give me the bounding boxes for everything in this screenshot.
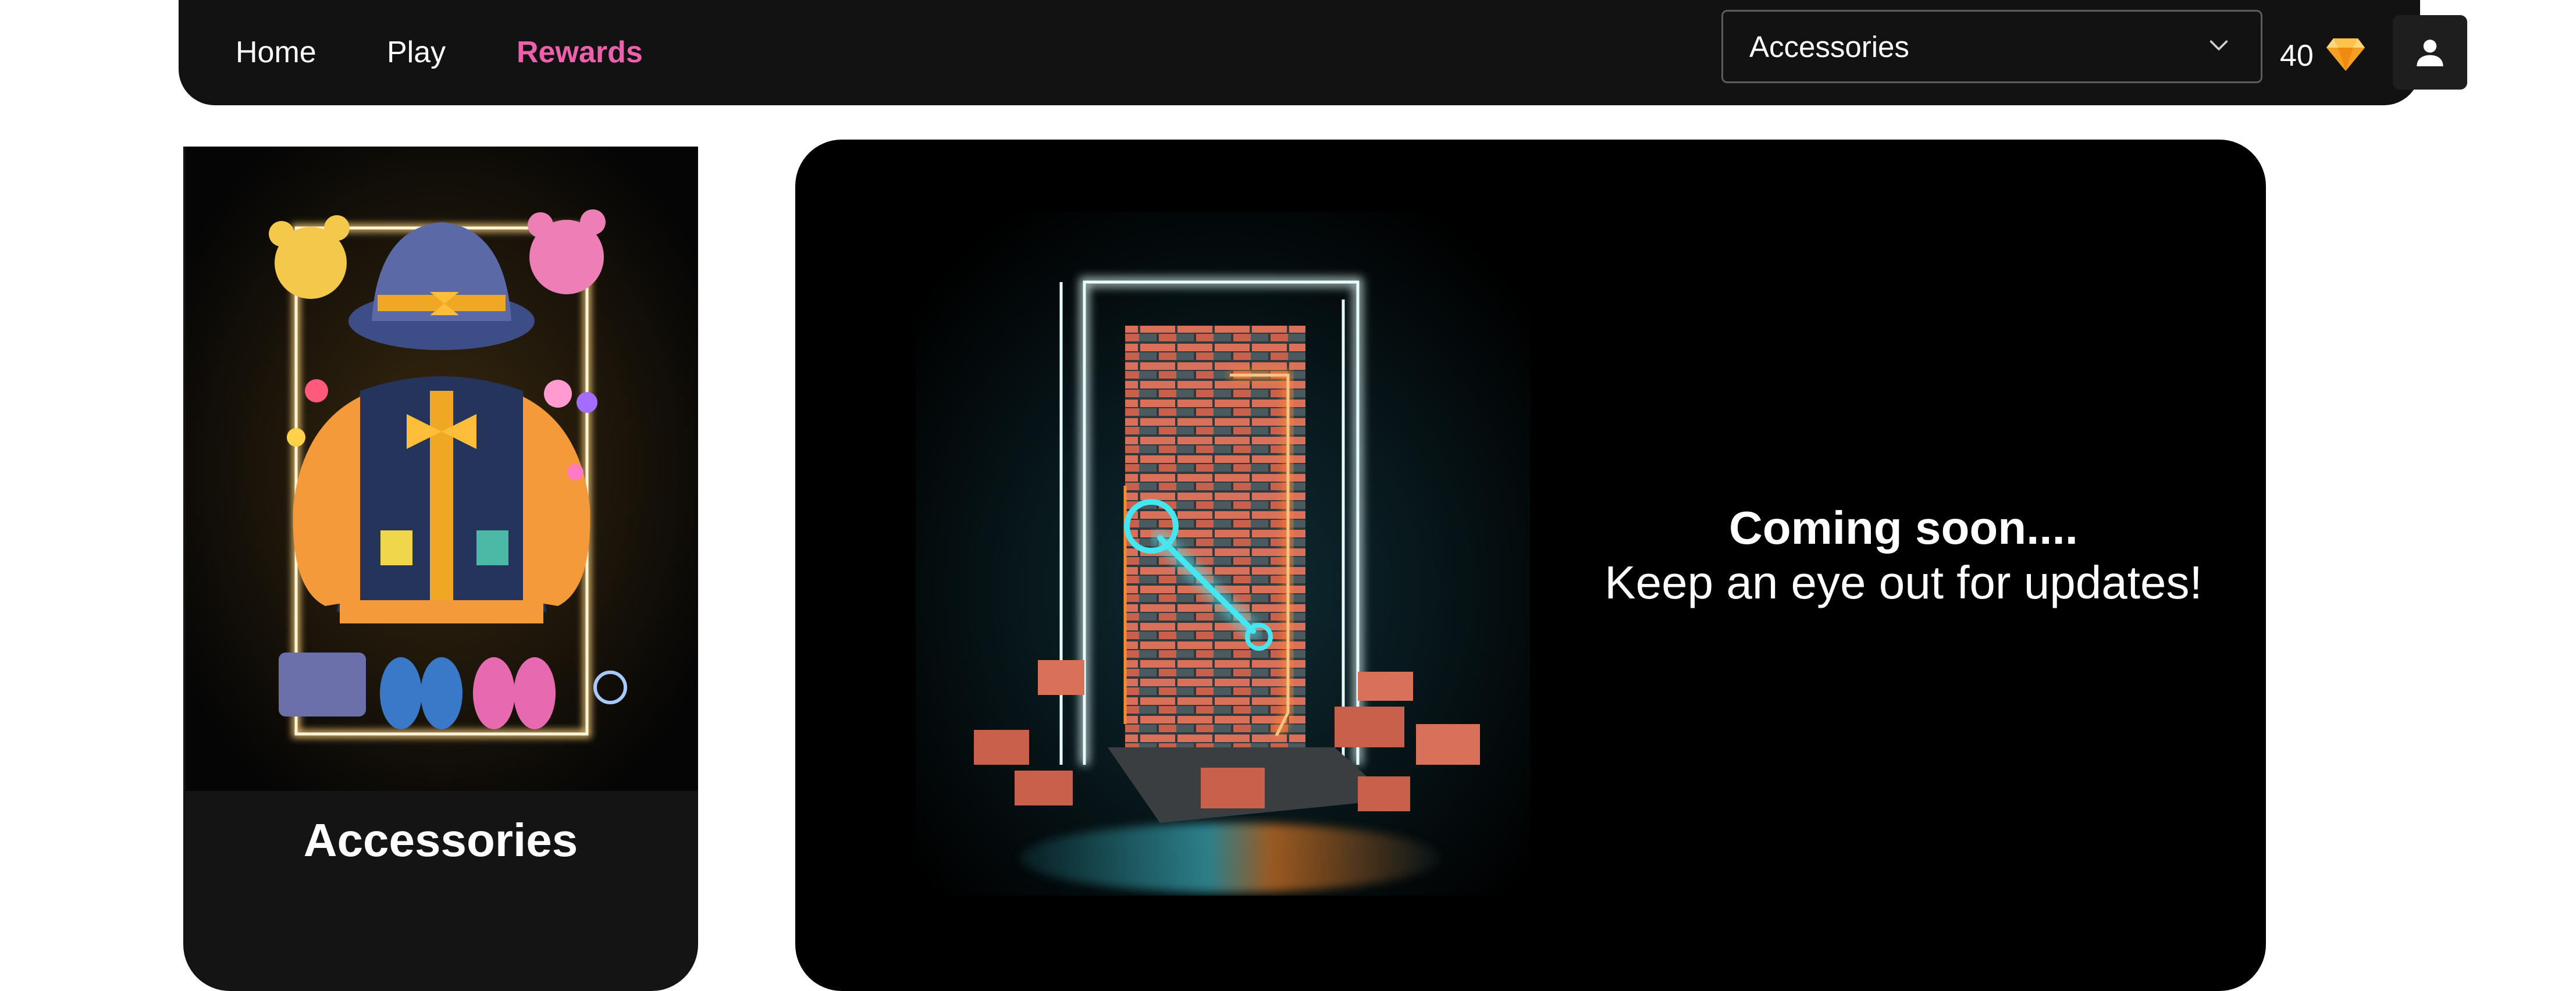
user-icon	[2417, 40, 2443, 66]
profile-button[interactable]	[2393, 15, 2467, 90]
gem-count: 40	[2280, 39, 2314, 73]
nav-link-home[interactable]: Home	[236, 36, 316, 69]
nav-link-play[interactable]: Play	[387, 36, 446, 69]
category-select[interactable]: Accessories	[1721, 10, 2262, 83]
coming-soon-panel: Coming soon.... Keep an eye out for upda…	[795, 140, 2266, 991]
accessories-illustration	[186, 147, 698, 791]
coming-soon-subtitle: Keep an eye out for updates!	[1604, 557, 2203, 608]
gear-icon[interactable]	[2487, 27, 2536, 76]
coming-soon-title: Coming soon....	[1729, 502, 2078, 554]
nav-link-rewards[interactable]: Rewards	[517, 36, 643, 69]
category-select-value: Accessories	[1749, 30, 1909, 63]
gem-icon	[2326, 38, 2365, 71]
accessories-card[interactable]: Accessories	[183, 147, 698, 991]
card-title: Accessories	[303, 814, 578, 866]
chevron-down-icon	[2209, 40, 2228, 51]
construction-illustration	[916, 212, 1530, 896]
top-navbar: Home Play Rewards Accessories 40	[179, 0, 2531, 105]
